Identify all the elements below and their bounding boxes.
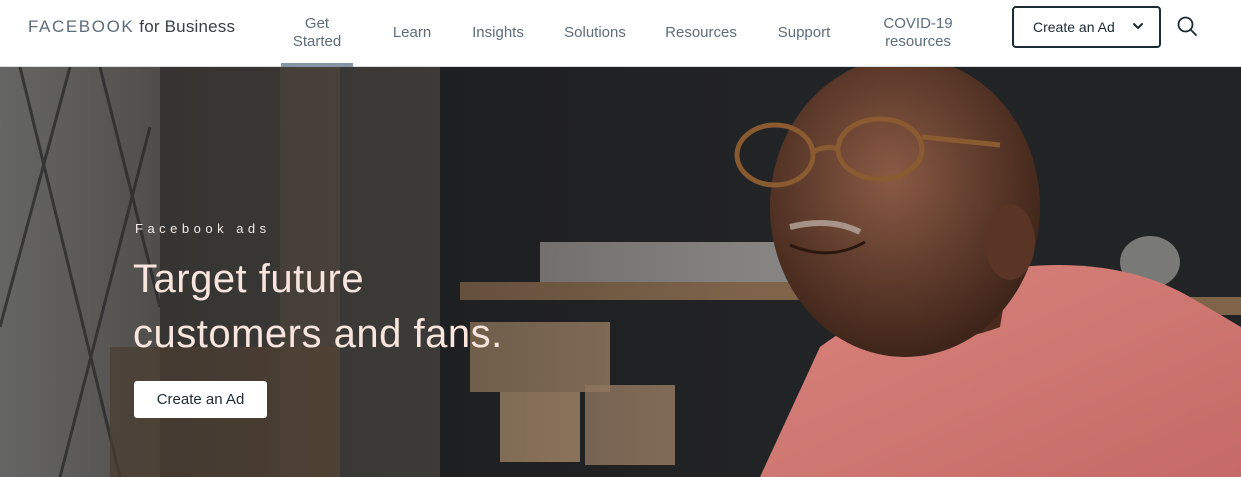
nav-support[interactable]: Support	[768, 0, 840, 66]
nav-covid-line1: COVID-19	[883, 15, 953, 32]
nav-learn[interactable]: Learn	[384, 0, 440, 66]
search-icon[interactable]	[1175, 14, 1199, 38]
nav-get-started[interactable]: Get Started	[281, 0, 353, 67]
hero-headline: Target future customers and fans.	[133, 252, 503, 362]
nav-get-started-line1: Get	[304, 15, 330, 32]
nav-covid-line2: resources	[885, 33, 951, 50]
nav-covid-19-resources[interactable]: COVID-19 resources	[872, 0, 964, 66]
hero-create-an-ad-label: Create an Ad	[156, 391, 245, 408]
nav-resources-label: Resources	[665, 24, 737, 41]
nav-insights[interactable]: Insights	[464, 0, 532, 66]
hero-headline-line1: Target future	[133, 257, 365, 301]
site-header: FACEBOOK for Business Get Started Learn …	[0, 0, 1241, 67]
header-create-an-ad-label: Create an Ad	[1033, 19, 1115, 35]
nav-get-started-line2: Started	[292, 33, 342, 50]
logo-brand: FACEBOOK	[28, 17, 135, 36]
nav-resources[interactable]: Resources	[658, 0, 744, 66]
hero-create-an-ad-button[interactable]: Create an Ad	[134, 381, 267, 418]
nav-solutions[interactable]: Solutions	[556, 0, 634, 66]
nav-support-label: Support	[777, 24, 831, 41]
hero-headline-line2: customers and fans.	[133, 312, 503, 356]
logo-suffix: for Business	[139, 17, 236, 36]
facebook-for-business-logo[interactable]: FACEBOOK for Business	[28, 17, 235, 37]
hero-banner: Facebook ads Target future customers and…	[0, 67, 1241, 477]
nav-solutions-label: Solutions	[564, 24, 626, 41]
hero-eyebrow: Facebook ads	[135, 221, 271, 236]
nav-insights-label: Insights	[472, 24, 524, 41]
header-create-an-ad-button[interactable]: Create an Ad	[1012, 6, 1161, 48]
nav-learn-label: Learn	[392, 24, 432, 41]
chevron-down-icon	[1133, 23, 1143, 29]
